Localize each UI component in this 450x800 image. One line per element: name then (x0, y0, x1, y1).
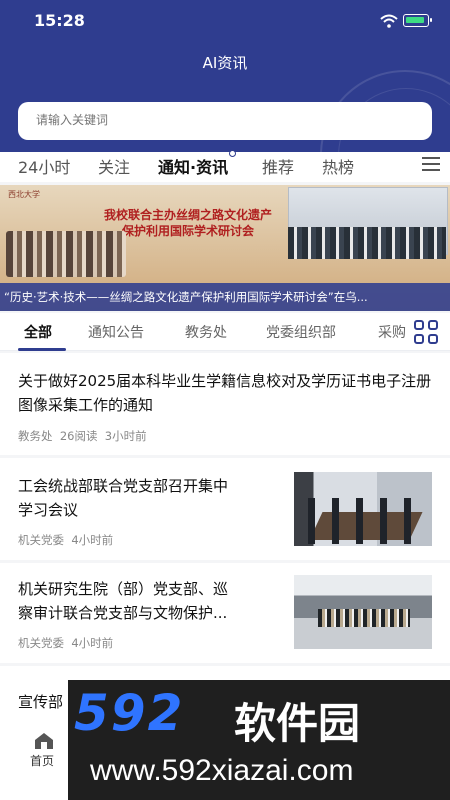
news-thumbnail (294, 472, 432, 546)
page-title: AI资讯 (202, 54, 248, 72)
banner-school-logo: 西北大学 (8, 190, 40, 199)
new-dot-icon (229, 150, 237, 157)
banner-photo-attendees (288, 227, 446, 259)
subtab-all[interactable]: 全部 (24, 322, 52, 342)
status-bar: 15:28 (0, 0, 450, 40)
search-input[interactable] (36, 113, 396, 127)
news-title-line1: 工会统战部联合党支部召开集中 (18, 477, 229, 495)
news-title: 机关研究生院（部）党支部、巡 察审计联合党支部与文物保护... (18, 577, 282, 625)
banner-caption-bar: “历史·艺术·技术——丝绸之路文化遗产保护利用国际学术研讨会”在乌... (0, 283, 450, 311)
news-title-line1: 机关研究生院（部）党支部、巡 (18, 580, 229, 598)
subtab-procurement[interactable]: 采购 (378, 322, 408, 342)
news-meta: 机关党委 4小时前 (18, 532, 113, 548)
battery-icon (403, 14, 432, 27)
category-tabs: 全部 通知公告 教务处 党委组织部 采购 (0, 313, 450, 351)
menu-icon[interactable] (422, 157, 440, 171)
wifi-icon (380, 14, 398, 28)
banner-carousel[interactable]: 西北大学 我校联合主办丝绸之路文化遗产 保护利用国际学术研讨会 “历史·艺术·技… (0, 185, 450, 311)
news-time: 4小时前 (71, 636, 114, 650)
tab-24h[interactable]: 24小时 (18, 154, 70, 178)
news-item[interactable]: 关于做好2025届本科毕业生学籍信息校对及学历证书电子注册图像采集工作的通知 教… (0, 353, 450, 455)
tab-recommend[interactable]: 推荐 (262, 154, 294, 178)
news-title: 关于做好2025届本科毕业生学籍信息校对及学历证书电子注册图像采集工作的通知 (18, 372, 432, 414)
banner-headline-line1: 我校联合主办丝绸之路文化遗产 (103, 208, 272, 222)
news-item[interactable]: 机关研究生院（部）党支部、巡 察审计联合党支部与文物保护... 机关党委 4小时… (0, 563, 450, 663)
home-icon[interactable] (33, 732, 55, 750)
news-time: 3小时前 (104, 429, 147, 443)
status-time: 15:28 (34, 11, 85, 30)
tab-notice-news[interactable]: 通知·资讯 (158, 150, 237, 178)
news-source: 机关党委 (18, 636, 64, 650)
banner-photo-group (6, 231, 126, 277)
news-time: 4小时前 (71, 533, 114, 547)
news-title: 工会统战部联合党支部召开集中 学习会议 (18, 474, 282, 522)
site-watermark: 592 软件园 www.592xiazai.com (68, 680, 450, 800)
category-grid-icon[interactable] (414, 320, 440, 346)
watermark-name: 软件园 (234, 699, 361, 748)
news-title-line2: 察审计联合党支部与文物保护... (18, 604, 228, 622)
news-thumbnail (294, 575, 432, 649)
channel-tabs: 24小时 关注 通知·资讯 推荐 热榜 (0, 150, 450, 182)
news-source: 教务处 (18, 429, 53, 443)
news-meta: 机关党委 4小时前 (18, 635, 113, 651)
tab-notice-news-label: 通知·资讯 (158, 158, 229, 177)
active-tab-underline (18, 348, 66, 351)
tab-hot[interactable]: 热榜 (322, 154, 354, 178)
subtab-announcements[interactable]: 通知公告 (88, 322, 144, 342)
news-title: 宣传部 (18, 693, 64, 711)
news-source: 机关党委 (18, 533, 64, 547)
app-header: 15:28 AI资讯 (0, 0, 450, 152)
news-reads: 26阅读 (59, 429, 98, 443)
news-title-line2: 学习会议 (18, 501, 79, 519)
subtab-academic-affairs[interactable]: 教务处 (185, 322, 227, 342)
news-item[interactable]: 工会统战部联合党支部召开集中 学习会议 机关党委 4小时前 (0, 458, 450, 560)
watermark-url: www.592xiazai.com (90, 754, 354, 787)
banner-caption: “历史·艺术·技术——丝绸之路文化遗产保护利用国际学术研讨会”在乌... (4, 290, 368, 304)
watermark-number: 592 (74, 684, 185, 742)
search-bar[interactable] (18, 102, 432, 140)
news-meta: 教务处 26阅读 3小时前 (18, 428, 147, 444)
subtab-party-organization[interactable]: 党委组织部 (266, 322, 336, 342)
tab-follow[interactable]: 关注 (98, 154, 130, 178)
nav-home-label[interactable]: 首页 (30, 752, 54, 769)
